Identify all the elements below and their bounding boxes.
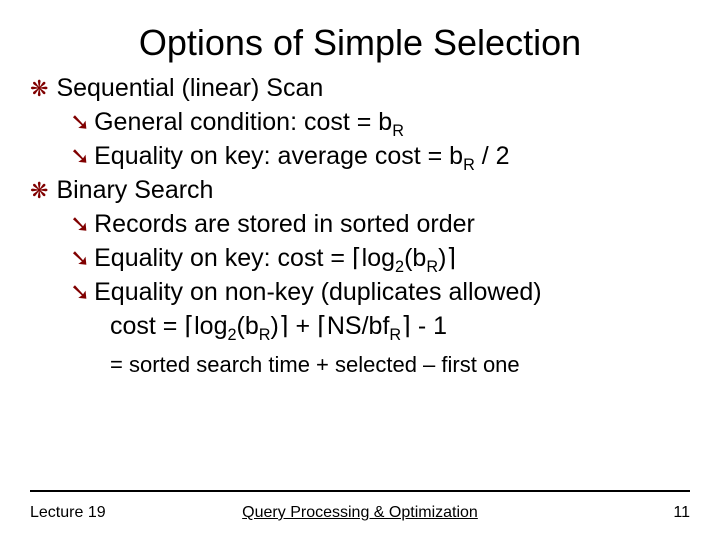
footer-center: Query Processing & Optimization [30, 504, 690, 522]
bullet-text: Records are stored in sorted order [94, 208, 694, 242]
arrow-down-right-icon: ➘ [70, 242, 90, 276]
bullet-binary-search: ❋ Binary Search [30, 174, 694, 208]
arrow-down-right-icon: ➘ [70, 208, 90, 242]
rosette-icon: ❋ [30, 72, 48, 106]
bullet-text: Equality on non-key (duplicates allowed) [94, 276, 694, 310]
footer-left: Lecture 19 [30, 504, 106, 522]
footer: Lecture 19 Query Processing & Optimizati… [30, 504, 690, 522]
arrow-down-right-icon: ➘ [70, 276, 90, 310]
slide-title: Options of Simple Selection [0, 0, 720, 72]
bullet-text: General condition: cost = bR [94, 106, 694, 140]
arrow-down-right-icon: ➘ [70, 140, 90, 174]
bullet-text: Binary Search [56, 174, 694, 208]
bullet-sequential-scan: ❋ Sequential (linear) Scan [30, 72, 694, 106]
bullet-equality-key-cost: ➘ Equality on key: cost = ⌈log2(bR)⌉ [70, 242, 694, 276]
slide: Options of Simple Selection ❋ Sequential… [0, 0, 720, 540]
cost-formula: cost = ⌈log2(bR)⌉ + ⌈NS/bfR⌉ - 1 [110, 310, 694, 344]
bullet-text: Sequential (linear) Scan [56, 72, 694, 106]
arrow-down-right-icon: ➘ [70, 106, 90, 140]
rosette-icon: ❋ [30, 174, 48, 208]
bullet-equality-nonkey: ➘ Equality on non-key (duplicates allowe… [70, 276, 694, 310]
footer-right: 11 [673, 504, 690, 522]
cost-explanation: = sorted search time + selected – first … [110, 350, 694, 380]
slide-body: ❋ Sequential (linear) Scan ➘ General con… [0, 72, 720, 379]
footer-divider [30, 490, 690, 492]
bullet-equality-key-avg: ➘ Equality on key: average cost = bR / 2 [70, 140, 694, 174]
bullet-text: Equality on key: cost = ⌈log2(bR)⌉ [94, 242, 694, 276]
bullet-general-condition: ➘ General condition: cost = bR [70, 106, 694, 140]
bullet-sorted-order: ➘ Records are stored in sorted order [70, 208, 694, 242]
bullet-text: Equality on key: average cost = bR / 2 [94, 140, 694, 174]
